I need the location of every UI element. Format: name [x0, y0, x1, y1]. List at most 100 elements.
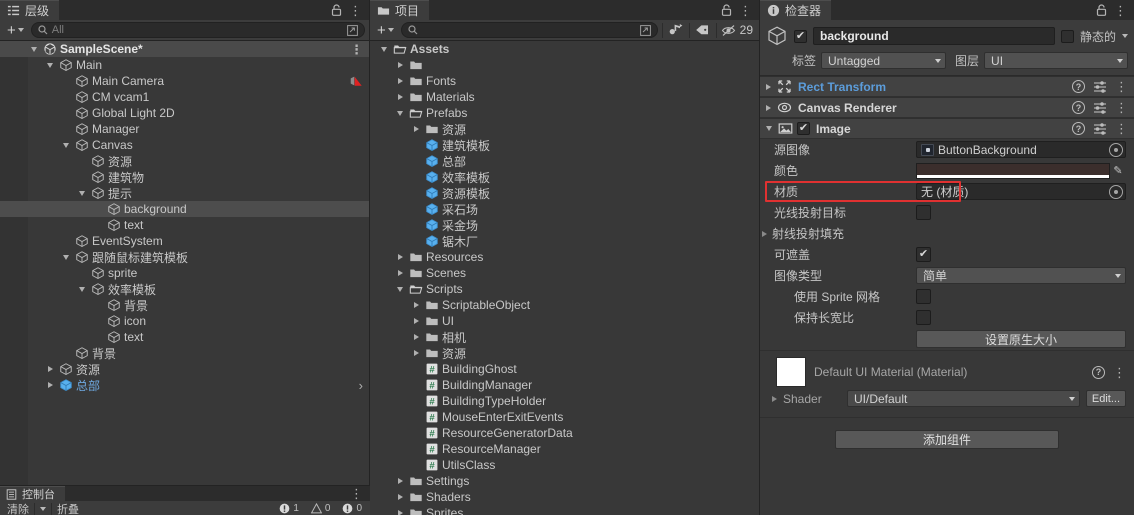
- kebab-menu-icon[interactable]: ⋮: [1115, 80, 1128, 93]
- help-icon[interactable]: ?: [1072, 80, 1085, 93]
- preset-icon[interactable]: [1093, 80, 1107, 93]
- tree-row[interactable]: 建筑物: [0, 169, 369, 185]
- tree-row[interactable]: Scenes: [370, 265, 759, 281]
- use-sprite-mesh-checkbox[interactable]: [916, 289, 931, 304]
- scene-row[interactable]: SampleScene* ⋮: [0, 41, 369, 57]
- kebab-menu-icon[interactable]: ⋮: [739, 4, 752, 17]
- row-collapse-toggle[interactable]: [60, 142, 72, 148]
- expand-arrow-icon[interactable]: [772, 395, 777, 402]
- source-image-object-field[interactable]: ButtonBackground: [916, 141, 1126, 158]
- tree-row[interactable]: CM vcam1: [0, 89, 369, 105]
- tree-row[interactable]: # MouseEnterExitEvents: [370, 409, 759, 425]
- tree-row[interactable]: 采石场: [370, 201, 759, 217]
- row-expand-toggle[interactable]: [410, 318, 422, 324]
- gameobject-enabled-checkbox[interactable]: [794, 29, 807, 43]
- kebab-menu-icon[interactable]: ⋮: [350, 487, 363, 500]
- create-asset-button[interactable]: +: [374, 22, 397, 39]
- tree-row[interactable]: sprite: [0, 265, 369, 281]
- tree-row[interactable]: ScriptableObject: [370, 297, 759, 313]
- tree-row[interactable]: Main Camera: [0, 73, 369, 89]
- tree-row[interactable]: 总部: [370, 153, 759, 169]
- image-type-dropdown[interactable]: 简单: [916, 267, 1126, 284]
- row-collapse-toggle[interactable]: [394, 286, 406, 292]
- row-expand-toggle[interactable]: [394, 478, 406, 484]
- row-collapse-toggle[interactable]: [76, 286, 88, 292]
- expand-arrow-icon[interactable]: [766, 104, 771, 111]
- tree-row[interactable]: 资源模板: [370, 185, 759, 201]
- tree-row[interactable]: Sprites: [370, 505, 759, 515]
- row-expand-toggle[interactable]: [410, 334, 422, 340]
- tree-row[interactable]: UI: [370, 313, 759, 329]
- tree-row[interactable]: text: [0, 217, 369, 233]
- tree-row[interactable]: background: [0, 201, 369, 217]
- help-icon[interactable]: ?: [1072, 122, 1085, 135]
- console-clear-button[interactable]: 清除: [2, 502, 34, 515]
- object-picker-icon[interactable]: [1109, 142, 1123, 157]
- tree-row[interactable]: 效率模板: [0, 281, 369, 297]
- row-expand-toggle[interactable]: [410, 126, 422, 132]
- tree-row[interactable]: 资源: [0, 153, 369, 169]
- row-collapse-toggle[interactable]: [76, 190, 88, 196]
- row-collapse-toggle[interactable]: [394, 110, 406, 116]
- tree-row[interactable]: icon: [0, 313, 369, 329]
- tree-row[interactable]: 相机: [370, 329, 759, 345]
- kebab-menu-icon[interactable]: ⋮: [1114, 4, 1127, 17]
- layer-dropdown[interactable]: UI: [984, 52, 1128, 69]
- hidden-packages-toggle[interactable]: 29: [721, 22, 755, 39]
- tree-row[interactable]: Materials: [370, 89, 759, 105]
- expand-arrow-icon[interactable]: [766, 83, 771, 90]
- tree-row[interactable]: # ResourceManager: [370, 441, 759, 457]
- tree-row[interactable]: EventSystem: [0, 233, 369, 249]
- row-expand-toggle[interactable]: [394, 510, 406, 515]
- lock-icon[interactable]: [1096, 4, 1107, 16]
- row-expand-toggle[interactable]: [394, 270, 406, 276]
- image-enabled-checkbox[interactable]: [797, 122, 810, 135]
- tree-row[interactable]: # UtilsClass: [370, 457, 759, 473]
- row-expand-toggle[interactable]: [410, 350, 422, 356]
- tree-row[interactable]: text: [0, 329, 369, 345]
- object-picker-icon[interactable]: [1109, 184, 1123, 199]
- project-search-input[interactable]: [400, 22, 658, 38]
- row-expand-toggle[interactable]: [44, 382, 56, 388]
- tree-row[interactable]: 背景: [0, 297, 369, 313]
- tree-row[interactable]: Fonts: [370, 73, 759, 89]
- row-collapse-toggle[interactable]: [28, 46, 40, 52]
- tree-row[interactable]: # BuildingManager: [370, 377, 759, 393]
- shader-edit-button[interactable]: Edit...: [1085, 390, 1126, 407]
- search-expand-icon[interactable]: [639, 24, 651, 36]
- tree-row[interactable]: 资源: [370, 345, 759, 361]
- lock-icon[interactable]: [331, 4, 342, 16]
- material-object-field[interactable]: 无 (材质): [916, 183, 1126, 200]
- row-collapse-toggle[interactable]: [60, 254, 72, 260]
- raycast-target-checkbox[interactable]: [916, 205, 931, 220]
- preset-icon[interactable]: [1093, 101, 1107, 114]
- search-by-type-icon[interactable]: [667, 22, 685, 39]
- row-expand-toggle[interactable]: [394, 494, 406, 500]
- search-by-label-icon[interactable]: [694, 22, 712, 39]
- tree-row[interactable]: 总部 ›: [0, 377, 369, 393]
- tab-console[interactable]: 控制台: [0, 486, 65, 501]
- tree-row[interactable]: # ResourceGeneratorData: [370, 425, 759, 441]
- tree-row[interactable]: Global Light 2D: [0, 105, 369, 121]
- component-header-rect-transform[interactable]: Rect Transform ? ⋮: [760, 76, 1134, 97]
- tag-dropdown[interactable]: Untagged: [821, 52, 947, 69]
- tree-row[interactable]: 资源: [0, 361, 369, 377]
- tree-row[interactable]: 效率模板: [370, 169, 759, 185]
- hierarchy-tree[interactable]: SampleScene* ⋮ Main Main Camera CM vcam1 Glob…: [0, 41, 369, 515]
- collapse-arrow-icon[interactable]: [766, 126, 772, 131]
- console-clear-dropdown[interactable]: [35, 502, 51, 515]
- kebab-menu-icon[interactable]: ⋮: [1115, 122, 1128, 135]
- preset-icon[interactable]: [1093, 122, 1107, 135]
- component-header-image[interactable]: Image ? ⋮: [760, 118, 1134, 139]
- tree-row[interactable]: # BuildingGhost: [370, 361, 759, 377]
- console-collapse-button[interactable]: 折叠: [52, 502, 84, 515]
- expand-arrow-icon[interactable]: [762, 230, 767, 237]
- help-icon[interactable]: ?: [1072, 101, 1085, 114]
- tree-row[interactable]: 资源: [370, 121, 759, 137]
- help-icon[interactable]: ?: [1092, 365, 1105, 379]
- tree-row[interactable]: Main: [0, 57, 369, 73]
- tree-row[interactable]: 建筑模板: [370, 137, 759, 153]
- prop-raycast-padding[interactable]: 射线投射填充: [760, 223, 1134, 244]
- gameobject-name-field[interactable]: background: [813, 27, 1055, 45]
- shader-dropdown[interactable]: UI/Default: [847, 390, 1080, 407]
